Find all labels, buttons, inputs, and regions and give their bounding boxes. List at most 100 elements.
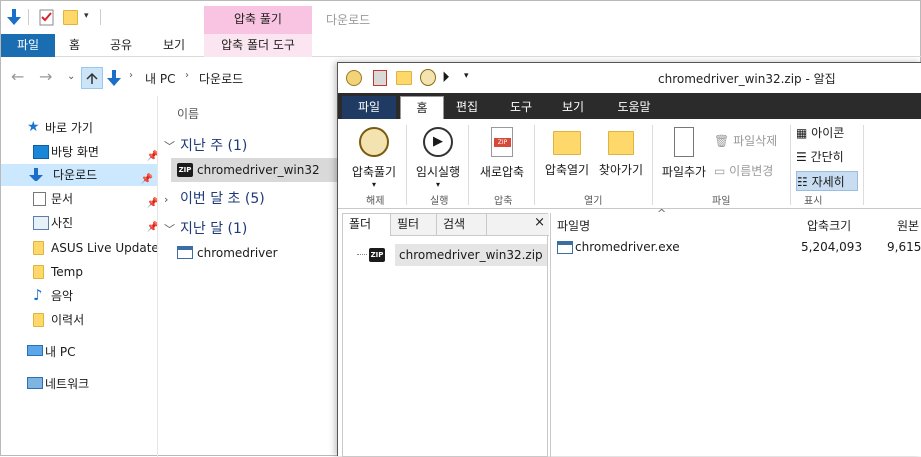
rename-button[interactable]: ▭ 이름변경: [714, 161, 773, 181]
ribbon-separator: [863, 125, 864, 205]
nav-music[interactable]: ♪ 음악: [27, 285, 163, 307]
pane-divider: [157, 96, 158, 457]
group-earlier-this-month[interactable]: › 이번 달 초 (5): [164, 188, 265, 208]
dropdown-arrow-icon: ▾: [371, 180, 376, 189]
tab-view[interactable]: 보기: [556, 96, 590, 119]
tree-connector: [357, 254, 367, 255]
view-icons-button[interactable]: ▦ 아이콘: [796, 123, 858, 143]
tab-filter[interactable]: 필터: [391, 214, 437, 236]
alzip-ribbon-tabs: 파일 홈 편집 도구 보기 도움말: [338, 93, 921, 119]
nav-resume[interactable]: 이력서: [27, 309, 163, 331]
tab-search[interactable]: 검색: [437, 214, 487, 236]
up-button[interactable]: [81, 67, 103, 89]
new-zip-button[interactable]: ZIP 새로압축: [474, 127, 530, 180]
temp-run-button[interactable]: ▶ 임시실행 ▾: [412, 127, 464, 189]
window-title: 다운로드: [326, 13, 371, 27]
group-label-run: 실행: [430, 196, 449, 207]
view-simple-button[interactable]: ☰ 간단히: [796, 147, 858, 167]
nav-documents[interactable]: 문서 📌: [27, 188, 163, 210]
list-row[interactable]: chromedriver.exe: [557, 237, 817, 257]
alzip-logo-icon: [346, 70, 362, 86]
tab-file[interactable]: 파일: [1, 34, 55, 57]
download-arrow-icon: [29, 168, 43, 181]
tab-help[interactable]: 도움말: [610, 96, 658, 119]
nav-asus-live-update[interactable]: ASUS Live Update: [27, 237, 159, 259]
nav-network[interactable]: 네트워크: [21, 373, 157, 395]
breadcrumb-separator-icon: ›: [129, 70, 133, 81]
chevron-right-icon: ›: [164, 193, 169, 206]
nav-pictures[interactable]: 사진 📌: [27, 212, 163, 234]
qat-dropdown-icon[interactable]: ▾: [84, 11, 89, 21]
column-header-compressed-size[interactable]: 압축크기: [807, 217, 851, 234]
column-header-original-size[interactable]: 원본: [897, 217, 919, 234]
tab-edit[interactable]: 편집: [450, 96, 484, 119]
nav-desktop[interactable]: 바탕 화면 📌: [27, 141, 163, 163]
qat-dropdown-icon[interactable]: ▾: [464, 71, 469, 81]
breadcrumb-downloads[interactable]: 다운로드: [199, 70, 243, 87]
open-archive-button[interactable]: 압축열기: [540, 127, 594, 178]
list-cell-original: 9,615,: [887, 240, 921, 254]
back-arrow-icon[interactable]: ←: [11, 67, 24, 86]
star-icon: ★: [27, 119, 40, 135]
chevron-down-icon: ﹀: [164, 223, 175, 236]
alzip-window: ⏵ ▾ chromedriver_win32.zip - 알집 파일 홈 편집 …: [337, 62, 921, 457]
new-archive-icon[interactable]: [373, 70, 387, 86]
zip-archive-icon: ZIP: [369, 248, 385, 262]
tab-compressed-folder-tools[interactable]: 압축 폴더 도구: [204, 34, 312, 57]
recent-locations-chevron-icon[interactable]: ⌄: [67, 71, 75, 82]
tab-tools[interactable]: 도구: [504, 96, 538, 119]
ribbon-separator: [534, 125, 535, 205]
up-arrow-icon: [86, 72, 98, 84]
open-folder-icon[interactable]: [396, 71, 412, 85]
download-arrow-icon[interactable]: [7, 8, 21, 26]
folder-icon: [33, 313, 44, 327]
column-header-name[interactable]: 이름: [177, 105, 199, 122]
nav-this-pc[interactable]: 내 PC: [21, 341, 157, 363]
new-folder-icon[interactable]: [63, 10, 78, 25]
nav-quick-access[interactable]: ★ 바로 가기: [21, 117, 157, 139]
picture-icon: [33, 216, 49, 230]
tab-folders[interactable]: 폴더: [343, 214, 391, 236]
folder-pane: 폴더 필터 검색 × ZIP chromedriver_win32.zip: [342, 213, 549, 457]
find-button[interactable]: 찾아가기: [594, 127, 648, 178]
tab-share[interactable]: 공유: [110, 34, 132, 57]
extract-mascot-icon[interactable]: [420, 69, 436, 86]
list-cell-compressed: 5,204,093: [801, 240, 863, 254]
music-icon: ♪: [33, 286, 43, 304]
desktop-icon: [33, 145, 49, 159]
group-label-open: 열기: [584, 196, 603, 207]
tab-file[interactable]: 파일: [342, 96, 396, 119]
alzip-title: chromedriver_win32.zip - 알집: [658, 72, 836, 86]
close-icon[interactable]: ×: [534, 215, 545, 230]
nav-temp[interactable]: Temp: [27, 261, 163, 283]
properties-checklist-icon[interactable]: [39, 9, 55, 26]
tab-home[interactable]: 홈: [69, 34, 80, 57]
extract-mascot-icon: [359, 127, 389, 157]
download-arrow-icon: [107, 70, 121, 86]
breadcrumb-separator-icon: ›: [185, 70, 189, 81]
qat-divider: [28, 9, 29, 25]
file-item-chromedriver-win32[interactable]: ZIP chromedriver_win32: [171, 158, 339, 182]
folder-icon: [33, 265, 44, 279]
pc-icon: [27, 345, 43, 356]
group-last-month[interactable]: ﹀ 지난 달 (1): [164, 218, 247, 238]
folder-pane-tabs: 폴더 필터 검색 ×: [343, 214, 549, 236]
file-item-chromedriver[interactable]: chromedriver: [171, 241, 339, 265]
nav-downloads[interactable]: 다운로드 📌: [1, 164, 157, 186]
delete-file-button[interactable]: 🗑 파일삭제: [714, 131, 777, 151]
extract-button[interactable]: 압축풀기 ▾: [346, 127, 402, 189]
alzip-ribbon: 압축풀기 ▾ 해제 ▶ 임시실행 ▾ 실행 ZIP 새로압축 압축 압축열기 찾…: [338, 119, 921, 209]
tab-view[interactable]: 보기: [163, 34, 185, 57]
view-detail-button[interactable]: ☷ 자세히: [796, 171, 858, 191]
zip-archive-icon: ZIP: [177, 163, 193, 177]
tab-home[interactable]: 홈: [400, 96, 444, 119]
play-icon[interactable]: ⏵: [442, 68, 450, 86]
column-header-filename[interactable]: 파일명: [557, 217, 590, 234]
group-last-week[interactable]: ﹀ 지난 주 (1): [164, 135, 247, 155]
add-file-button[interactable]: 파일추가: [656, 127, 712, 180]
address-bar[interactable]: › 내 PC › 다운로드: [105, 66, 345, 90]
dropdown-arrow-icon: ▾: [435, 180, 440, 189]
forward-arrow-icon[interactable]: →: [39, 67, 52, 86]
breadcrumb-this-pc[interactable]: 내 PC: [145, 70, 175, 87]
group-label-compress: 압축: [494, 196, 513, 207]
